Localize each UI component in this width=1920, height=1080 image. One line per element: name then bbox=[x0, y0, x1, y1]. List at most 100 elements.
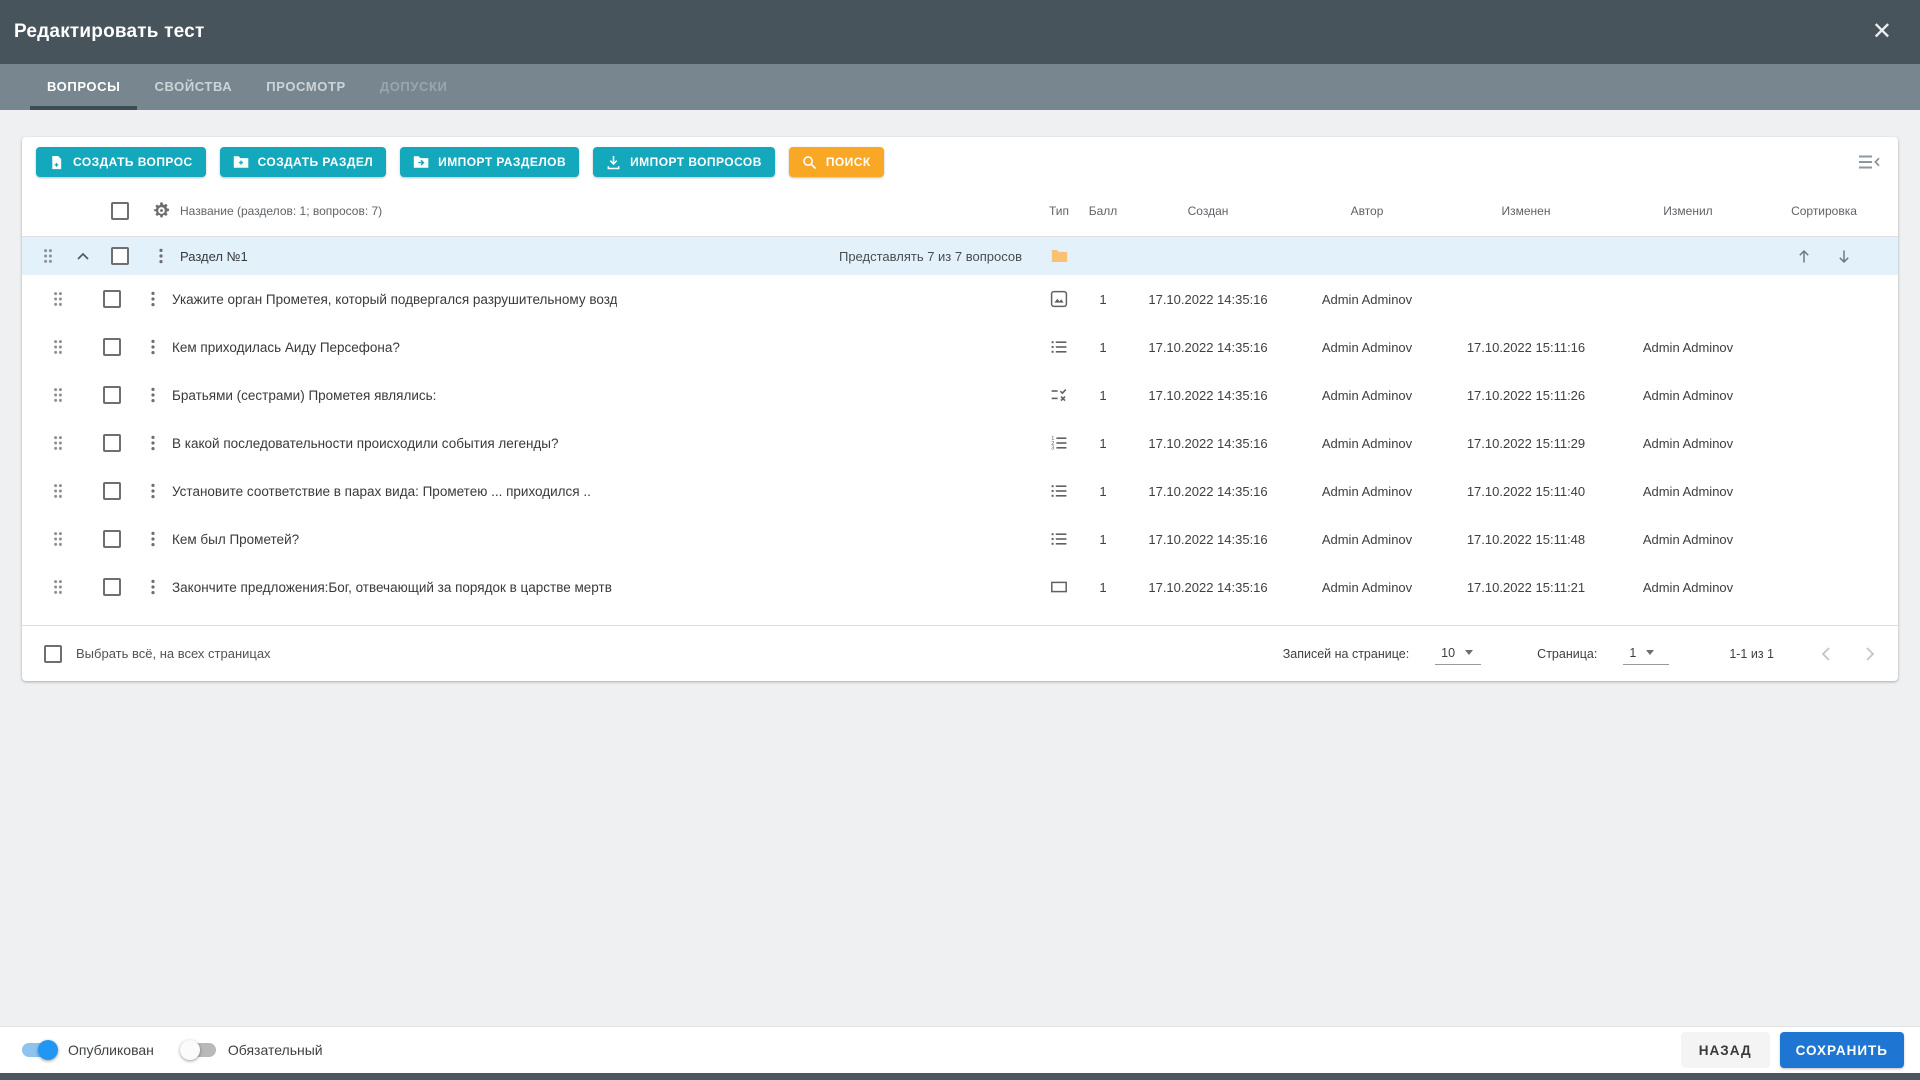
chevron-left-icon[interactable] bbox=[1820, 646, 1831, 662]
drag-handle-icon[interactable] bbox=[53, 579, 63, 595]
published-switch-track[interactable] bbox=[22, 1040, 58, 1060]
question-modified-by: Admin Adminov bbox=[1642, 579, 1734, 595]
text-answer-icon bbox=[1051, 581, 1067, 593]
page-select[interactable]: 1 bbox=[1623, 643, 1670, 665]
question-modified: 17.10.2022 15:11:29 bbox=[1466, 435, 1586, 451]
kebab-menu-icon[interactable] bbox=[151, 531, 155, 547]
published-label: Опубликован bbox=[68, 1042, 154, 1058]
drag-handle-icon[interactable] bbox=[53, 531, 63, 547]
close-icon[interactable]: ✕ bbox=[1866, 16, 1898, 48]
question-modified: 17.10.2022 15:11:48 bbox=[1466, 531, 1586, 547]
create-section-button[interactable]: СОЗДАТЬ РАЗДЕЛ bbox=[219, 147, 387, 177]
kebab-menu-icon[interactable] bbox=[151, 435, 155, 451]
row-checkbox[interactable] bbox=[103, 338, 121, 356]
chevron-up-icon[interactable] bbox=[77, 252, 89, 260]
drag-handle-icon[interactable] bbox=[53, 339, 63, 355]
questions-card: СОЗДАТЬ ВОПРОС СОЗДАТЬ РАЗДЕЛ ИМПОРТ РАЗ… bbox=[22, 137, 1898, 681]
required-switch-thumb[interactable] bbox=[179, 1040, 200, 1060]
page-title: Редактировать тест bbox=[14, 21, 205, 42]
question-text[interactable]: Кем был Прометей? bbox=[172, 532, 299, 547]
search-icon bbox=[802, 155, 816, 169]
drag-handle-icon[interactable] bbox=[53, 291, 63, 307]
question-text[interactable]: Кем приходилась Аиду Персефона? bbox=[172, 340, 400, 355]
question-type-cell: 123 bbox=[1036, 386, 1082, 404]
kebab-menu-icon[interactable] bbox=[151, 387, 155, 403]
question-author: Admin Adminov bbox=[1321, 531, 1413, 547]
question-modified-by: Admin Adminov bbox=[1642, 483, 1734, 499]
chevron-right-icon[interactable] bbox=[1865, 646, 1876, 662]
question-type-cell: 123 bbox=[1036, 482, 1082, 500]
row-checkbox[interactable] bbox=[103, 530, 121, 548]
drag-handle-icon[interactable] bbox=[53, 483, 63, 499]
folder-import-icon bbox=[413, 156, 429, 168]
row-checkbox[interactable] bbox=[103, 434, 121, 452]
row-checkbox[interactable] bbox=[103, 290, 121, 308]
kebab-menu-icon[interactable] bbox=[159, 248, 163, 264]
kebab-menu-icon[interactable] bbox=[151, 579, 155, 595]
drag-handle-icon[interactable] bbox=[53, 387, 63, 403]
menu-collapse-icon bbox=[1859, 155, 1880, 169]
question-modified: 17.10.2022 15:11:40 bbox=[1466, 483, 1586, 499]
table-row: Закончите предложения:Бог, отвечающий за… bbox=[22, 563, 1898, 611]
question-author: Admin Adminov bbox=[1321, 387, 1413, 403]
section-checkbox[interactable] bbox=[111, 247, 129, 265]
question-text[interactable]: Братьями (сестрами) Прометея являлись: bbox=[172, 388, 436, 403]
bottom-action-bar: Опубликован Обязательный НАЗАД СОХРАНИТЬ bbox=[0, 1026, 1920, 1073]
published-toggle[interactable]: Опубликован bbox=[22, 1040, 154, 1060]
question-text[interactable]: Закончите предложения:Бог, отвечающий за… bbox=[172, 580, 612, 595]
drag-handle-icon[interactable] bbox=[43, 248, 53, 264]
select-all-pages-checkbox[interactable] bbox=[44, 644, 62, 663]
select-all-header-checkbox[interactable] bbox=[111, 201, 129, 220]
required-toggle[interactable]: Обязательный bbox=[179, 1040, 323, 1060]
question-text[interactable]: В какой последовательности происходили с… bbox=[172, 436, 559, 451]
choice-list-icon bbox=[1051, 533, 1067, 545]
question-score: 1 bbox=[1099, 483, 1107, 499]
kebab-menu-icon[interactable] bbox=[151, 483, 155, 499]
import-questions-label: ИМПОРТ ВОПРОСОВ bbox=[630, 155, 762, 169]
back-button[interactable]: НАЗАД bbox=[1680, 1032, 1770, 1068]
question-score: 1 bbox=[1099, 531, 1107, 547]
kebab-menu-icon[interactable] bbox=[151, 339, 155, 355]
section-row: Раздел №1 Представлять 7 из 7 вопросов bbox=[22, 237, 1898, 275]
tab-questions[interactable]: ВОПРОСЫ bbox=[30, 64, 138, 110]
modal-header: Редактировать тест ✕ bbox=[0, 0, 1920, 64]
per-page-select[interactable]: 10 bbox=[1435, 643, 1482, 665]
question-text[interactable]: Укажите орган Прометея, который подверга… bbox=[172, 292, 617, 307]
toolbar: СОЗДАТЬ ВОПРОС СОЗДАТЬ РАЗДЕЛ ИМПОРТ РАЗ… bbox=[22, 137, 1898, 185]
question-text[interactable]: Установите соответствие в парах вида: Пр… bbox=[172, 484, 591, 499]
page-label: Страница: bbox=[1537, 646, 1598, 661]
question-modified: 17.10.2022 15:11:16 bbox=[1466, 339, 1586, 355]
tab-properties[interactable]: СВОЙСТВА bbox=[137, 64, 249, 110]
row-checkbox[interactable] bbox=[103, 482, 121, 500]
question-rows: Укажите орган Прометея, который подверга… bbox=[22, 275, 1898, 625]
row-checkbox[interactable] bbox=[103, 386, 121, 404]
search-button[interactable]: ПОИСК bbox=[788, 147, 884, 177]
create-question-button[interactable]: СОЗДАТЬ ВОПРОС bbox=[36, 147, 206, 177]
svg-text:3: 3 bbox=[1051, 446, 1054, 452]
question-created: 17.10.2022 14:35:16 bbox=[1148, 387, 1268, 403]
published-switch-thumb[interactable] bbox=[38, 1040, 58, 1060]
row-checkbox[interactable] bbox=[103, 578, 121, 596]
question-author: Admin Adminov bbox=[1321, 579, 1413, 595]
required-switch-track[interactable] bbox=[179, 1040, 216, 1060]
choice-list-icon bbox=[1051, 341, 1067, 353]
drag-handle-icon[interactable] bbox=[53, 435, 63, 451]
tab-preview[interactable]: ПРОСМОТР bbox=[249, 64, 363, 110]
question-created: 17.10.2022 14:35:16 bbox=[1148, 483, 1268, 499]
import-questions-button[interactable]: ИМПОРТ ВОПРОСОВ bbox=[593, 147, 775, 177]
menu-collapse-button[interactable] bbox=[1855, 151, 1884, 173]
col-author: Автор bbox=[1350, 203, 1384, 218]
page-value: 1 bbox=[1629, 645, 1637, 660]
page-range: 1-1 из 1 bbox=[1729, 646, 1774, 661]
move-up-icon[interactable] bbox=[1797, 249, 1811, 264]
caret-down-icon bbox=[1465, 650, 1474, 655]
table-row: Кем был Прометей? 123 1 17.10.2022 14:35… bbox=[22, 515, 1898, 563]
kebab-menu-icon[interactable] bbox=[151, 291, 155, 307]
table-footer: Выбрать всё, на всех страницах Записей н… bbox=[22, 625, 1898, 681]
col-type: Тип bbox=[1048, 203, 1069, 218]
import-sections-button[interactable]: ИМПОРТ РАЗДЕЛОВ bbox=[400, 147, 580, 177]
move-down-icon[interactable] bbox=[1837, 249, 1851, 264]
save-button[interactable]: СОХРАНИТЬ bbox=[1779, 1032, 1904, 1068]
gear-icon[interactable] bbox=[152, 201, 171, 220]
question-type-cell: 123 bbox=[1036, 578, 1082, 596]
